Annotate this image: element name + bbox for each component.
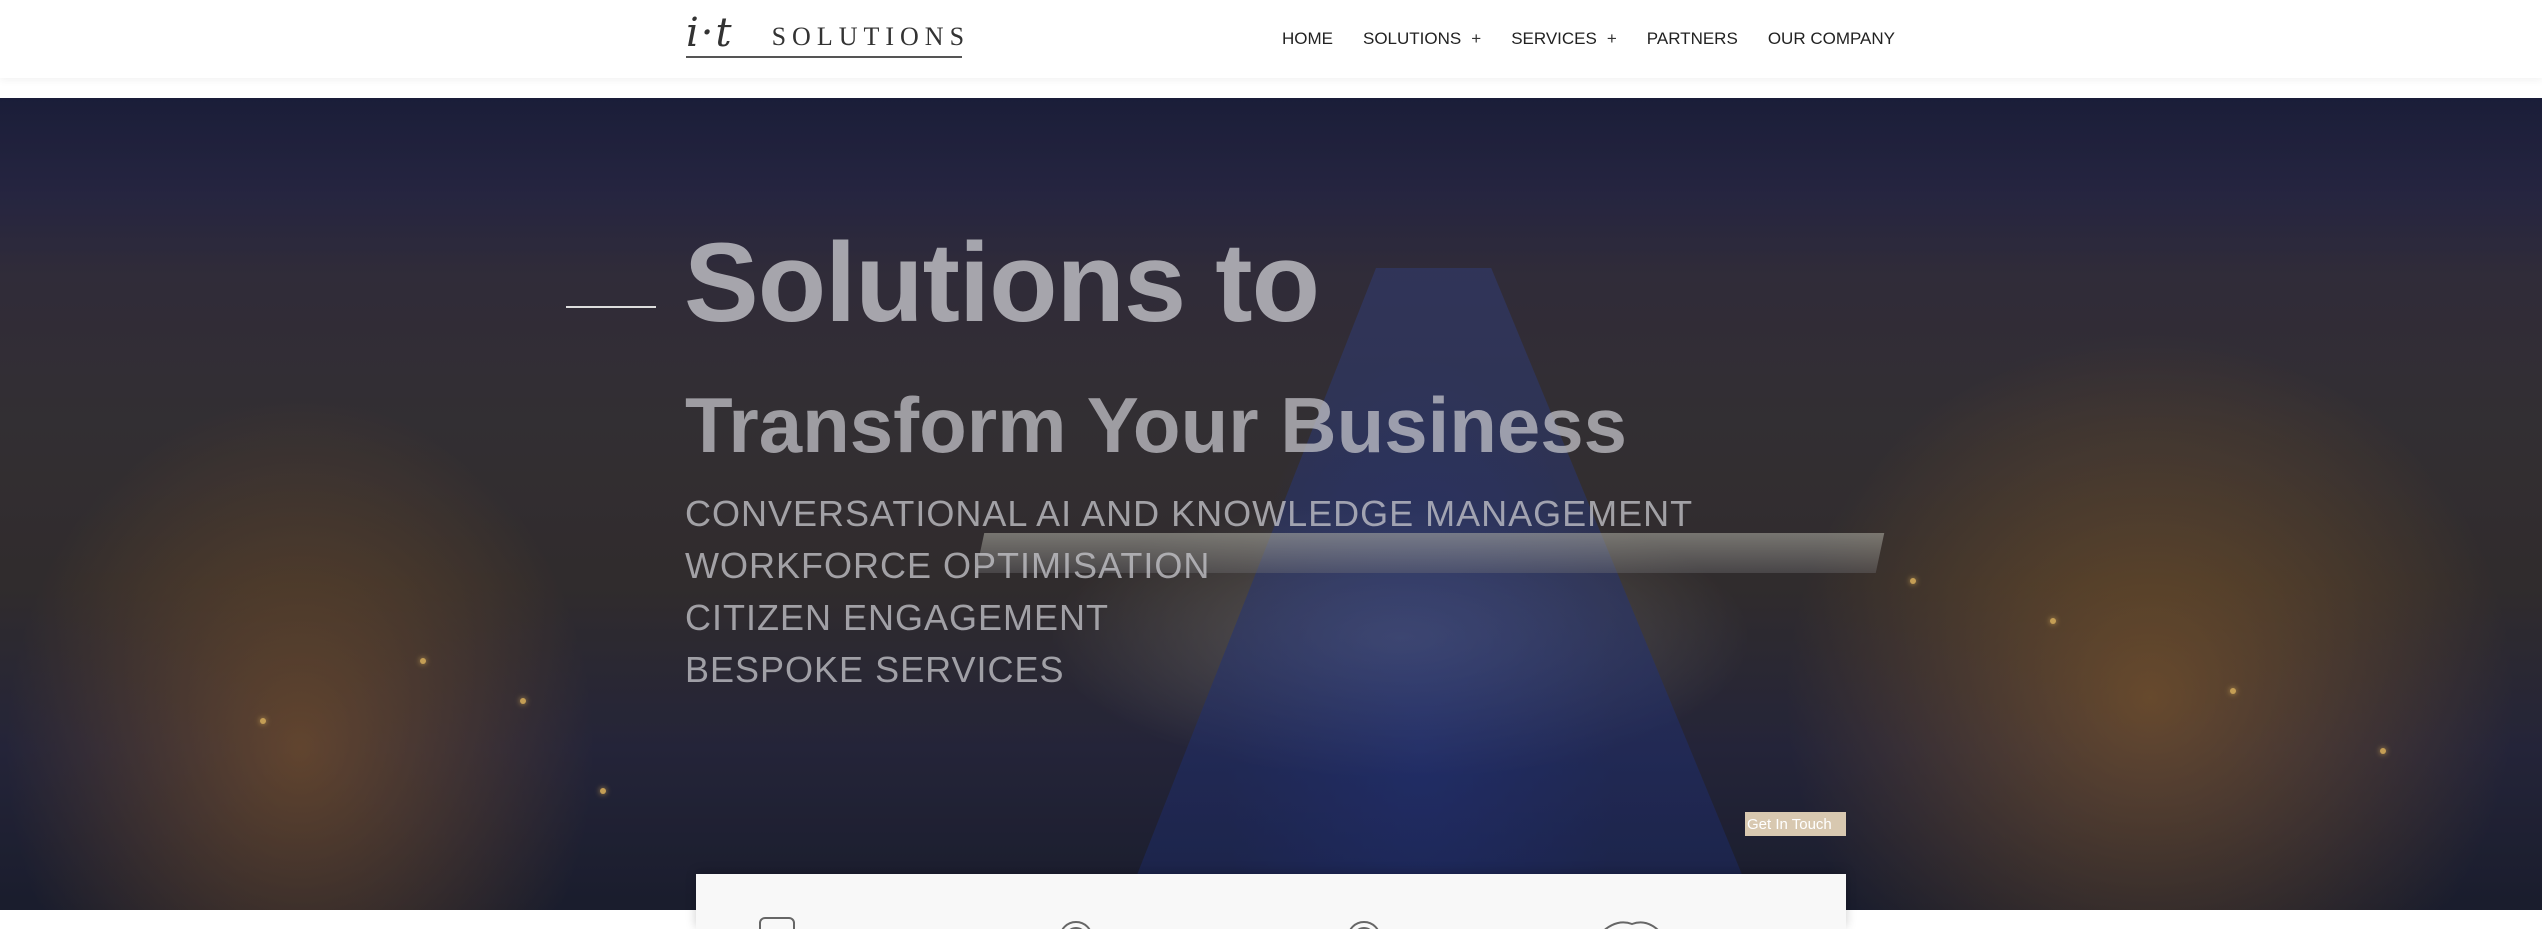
nav-item-partners[interactable]: PARTNERS: [1647, 25, 1738, 53]
target-icon: [1349, 921, 1379, 929]
nav-item-label: SERVICES: [1511, 29, 1597, 48]
city-light: [260, 718, 266, 724]
device-icon: [759, 917, 795, 929]
site-logo[interactable]: i·t SOLUTIONS: [686, 10, 964, 58]
hero-subtitle: Transform Your Business: [685, 381, 1628, 469]
features-panel: [696, 874, 1846, 929]
nav-item-solutions[interactable]: SOLUTIONS +: [1363, 25, 1481, 53]
nav-item-our-company[interactable]: OUR COMPANY: [1768, 25, 1895, 53]
plus-icon[interactable]: +: [1607, 29, 1617, 49]
city-light: [520, 698, 526, 704]
city-light: [420, 658, 426, 664]
nav-item-label: PARTNERS: [1646, 29, 1738, 48]
hero-list-item: BESPOKE SERVICES: [685, 649, 1065, 690]
nav-item-services[interactable]: SERVICES +: [1511, 25, 1617, 53]
hero-title: Solutions to: [684, 220, 1320, 345]
site-header: i·t SOLUTIONS HOME SOLUTIONS + SERVICES …: [0, 0, 2542, 78]
city-light: [1910, 578, 1916, 584]
hero-list-item: CITIZEN ENGAGEMENT: [685, 597, 1110, 638]
handshake-icon: [1604, 921, 1659, 929]
hero-list-item: CONVERSATIONAL AI AND KNOWLEDGE MANAGEME…: [685, 493, 1694, 534]
target-icon: [1061, 921, 1091, 929]
nav-item-home[interactable]: HOME: [1282, 25, 1333, 53]
logo-text: SOLUTIONS: [771, 22, 971, 51]
logo-mark: i·t: [686, 10, 734, 56]
city-light: [2230, 688, 2236, 694]
nav-item-label: HOME: [1282, 29, 1333, 48]
city-light: [2050, 618, 2056, 624]
hero-accent-line: [566, 306, 656, 308]
city-light: [600, 788, 606, 794]
main-nav: HOME SOLUTIONS + SERVICES + PARTNERS OUR…: [1282, 25, 1895, 53]
hero-solution-list: CONVERSATIONAL AI AND KNOWLEDGE MANAGEME…: [685, 488, 1693, 696]
hero-banner: Solutions to Transform Your Business CON…: [0, 98, 2542, 910]
nav-item-label: OUR COMPANY: [1767, 29, 1896, 48]
city-light: [2380, 748, 2386, 754]
plus-icon[interactable]: +: [1471, 29, 1481, 49]
nav-item-label: SOLUTIONS: [1363, 29, 1462, 48]
get-in-touch-button[interactable]: Get In Touch: [1745, 812, 1846, 836]
hero-list-item: WORKFORCE OPTIMISATION: [685, 545, 1211, 586]
